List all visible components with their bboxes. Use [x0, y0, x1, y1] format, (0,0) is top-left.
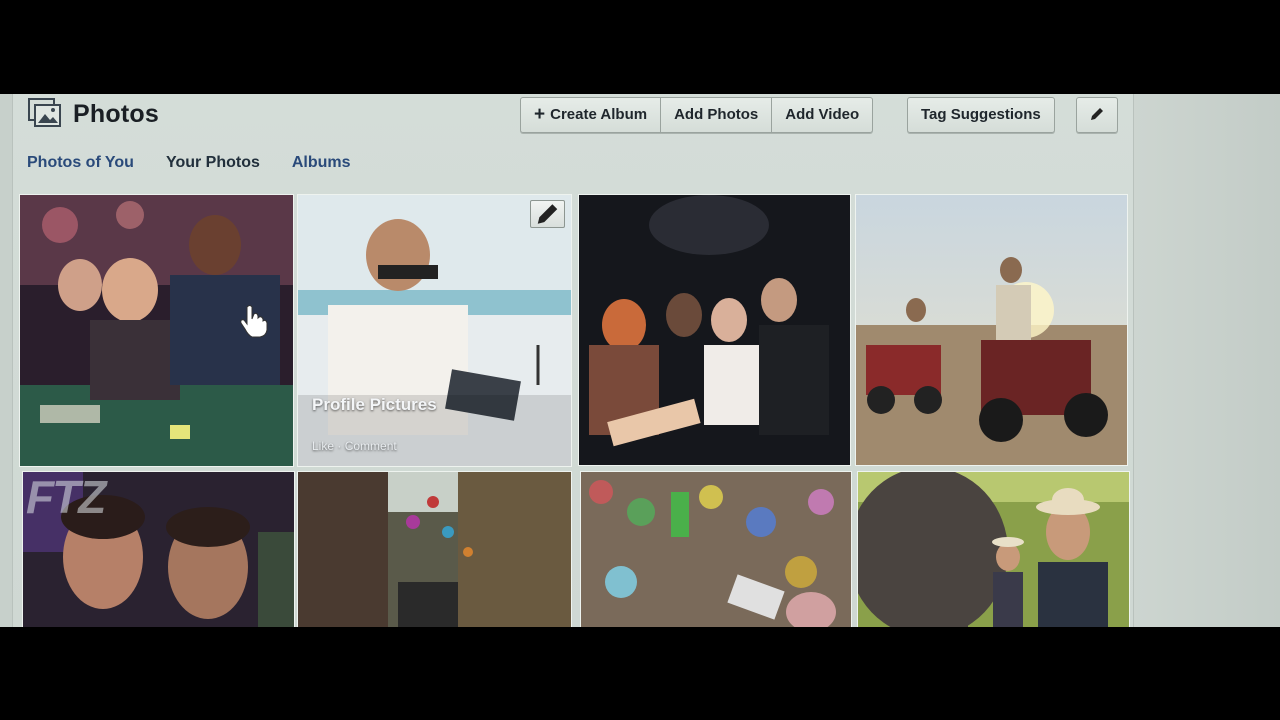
tag-group: Tag Suggestions [907, 97, 1055, 133]
pencil-icon [537, 204, 558, 224]
screen: Photos + Create Album Add Photos Add Vide… [0, 94, 1280, 627]
page-title: Photos [73, 100, 159, 128]
album-tile-profile-pictures[interactable]: Profile Pictures Like · Comment [297, 194, 572, 467]
letterbox-top [0, 0, 1280, 94]
photo-tile-atv[interactable] [855, 194, 1128, 466]
watermark: FTZ [26, 471, 106, 523]
tab-photos-of-you[interactable]: Photos of You [27, 154, 134, 172]
add-video-button[interactable]: Add Video [772, 98, 872, 132]
plus-icon: + [534, 104, 546, 125]
like-link[interactable]: Like [312, 439, 334, 453]
add-photos-button[interactable]: Add Photos [661, 98, 773, 132]
photos-icon [28, 98, 61, 127]
photo-tile-elephant[interactable] [857, 471, 1130, 627]
photo-tabs: Photos of You Your Photos Albums [27, 154, 351, 172]
edit-button[interactable] [1077, 98, 1117, 132]
album-actions: Like · Comment [312, 439, 397, 453]
create-album-button[interactable]: + Create Album [521, 98, 662, 132]
comment-link[interactable]: Comment [345, 439, 397, 453]
photo-party-image [579, 195, 850, 465]
album-caption: Profile Pictures [312, 395, 437, 414]
edit-group [1076, 97, 1118, 133]
photo-tile-festival[interactable] [580, 471, 852, 627]
media-button-group: + Create Album Add Photos Add Video [520, 97, 874, 133]
photo-elephant-image [858, 472, 1129, 627]
action-separator: · [334, 439, 345, 453]
letterbox-bottom [0, 627, 1280, 720]
album-edit-button[interactable] [530, 200, 565, 228]
tag-suggestions-button[interactable]: Tag Suggestions [908, 98, 1054, 132]
photo-tile-market[interactable] [297, 471, 572, 627]
hand-cursor-icon [240, 305, 268, 338]
pencil-icon [1091, 108, 1103, 120]
photo-atv-image [856, 195, 1127, 465]
photo-market-image [298, 472, 571, 627]
photo-beach-image [298, 195, 571, 466]
photo-tile-party[interactable] [578, 194, 851, 466]
create-album-label: Create Album [550, 106, 648, 123]
tab-albums[interactable]: Albums [292, 154, 351, 172]
photo-festival-image [581, 472, 851, 627]
tab-your-photos[interactable]: Your Photos [166, 154, 260, 172]
